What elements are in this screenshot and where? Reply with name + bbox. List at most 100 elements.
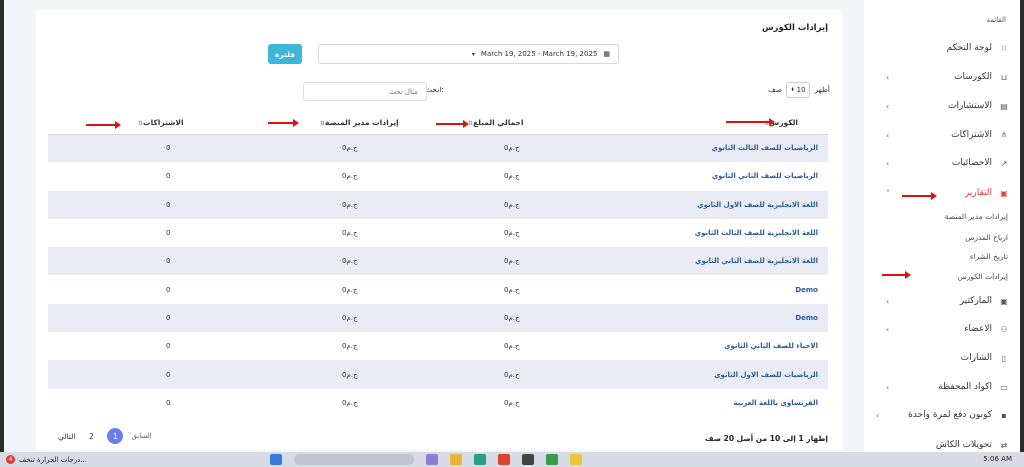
column-header-course[interactable]: ⇅الكورس [548,112,828,135]
cell-course[interactable]: Demo [548,303,828,333]
cell-platform-revenue: 0ج.م [342,285,358,294]
table-row: 0 0ج.م 0ج.م اللغة الانجليزية للصف الثاني ال… [48,247,828,276]
transfer-icon: ⇄ [1000,440,1008,450]
cell-course[interactable]: الرياضيات للصف الثالث الثانوي [548,134,828,163]
table-row: 0 0ج.م 0ج.م الفرنساوي باللغة العربية [48,389,828,417]
page-2-button[interactable]: 2 [83,428,99,444]
cell-course[interactable]: اللغة الانجليزية للصف الثالث الثانوي [548,219,828,247]
app-icon[interactable] [522,454,534,465]
app-icon[interactable] [426,454,438,465]
cell-course[interactable]: الاحياء للصف الثاني الثانوي [548,332,828,360]
sidebar-item-dashboard[interactable]: ⁝⁝ لوحة التحكم [864,34,1020,62]
sidebar-item-reports[interactable]: ▣ التقارير ˄ [864,179,1020,207]
sidebar-item-label: كوبون دفع لمرة واحدة [908,410,992,420]
sidebar-heading: القائمة [986,16,1007,24]
sidebar-item-subscriptions[interactable]: ⫛ الاشتراكات › [864,121,1020,149]
os-taskbar: 4 درجات الحرارة تنخف... 5:06 AM [0,452,1024,467]
sidebar-item-label: تحويلات الكاش [935,440,992,450]
cell-platform-revenue: 0ج.م [342,342,358,351]
cell-subscriptions: 0 [48,190,238,219]
cell-course[interactable]: اللغة الانجليزية للصف الاول الثانوي [548,190,828,219]
weather-widget[interactable]: 4 درجات الحرارة تنخف... [6,455,87,464]
cell-course[interactable]: Demo [548,275,828,303]
app-icon[interactable] [570,454,582,465]
app-window: القائمة ⁝⁝ لوحة التحكم ⊔ الكورسات › ▤ ال… [4,0,1020,452]
column-header-total-amount[interactable]: ⇅اجمالي المبلغ [408,112,548,135]
sidebar-item-one-time-coupon[interactable]: ▪ كوبون دفع لمرة واحدة › [864,401,1020,429]
column-header-subscriptions[interactable]: ⇅الاشتراكات [48,112,238,135]
hierarchy-icon: ⫛ [1001,130,1007,139]
chevron-icon: › [876,410,880,420]
submenu-platform-revenue[interactable]: إيرادات مدير المنصة [945,212,1008,221]
sidebar-item-statistics[interactable]: ↗ الاحصائيات › [864,149,1020,177]
cell-platform-revenue: 0ج.م [342,398,358,407]
search-input[interactable] [303,82,427,101]
basket-icon: ⊔ [1000,72,1008,82]
chevron-icon: › [886,158,890,168]
cell-total-amount: 0ج.م [504,285,520,294]
app-icon[interactable] [546,454,558,465]
sidebar: القائمة ⁝⁝ لوحة التحكم ⊔ الكورسات › ▤ ال… [864,0,1020,452]
cell-platform-revenue: 0ج.م [342,172,358,181]
app-icon[interactable] [474,454,486,465]
cell-course[interactable]: اللغة الانجليزية للصف الثاني الثانوي [548,247,828,276]
table-row: 0 0ج.م 0ج.م الرياضيات للصف الاول الثانوي [48,360,828,389]
sidebar-item-label: اكواد المحفظة [938,382,992,392]
submenu-teacher-earnings[interactable]: ارباح المدرس [965,233,1008,242]
cell-course[interactable]: الرياضيات للصف الاول الثانوي [548,360,828,389]
cell-platform-revenue: 0ج.م [238,303,408,333]
cell-total-amount: 0ج.م [504,342,520,351]
date-range-picker[interactable]: ▾ March 19, 2025 - March 19, 2025 ▦ [318,44,619,64]
start-icon[interactable] [270,454,282,465]
annotation-arrow [86,121,121,129]
filter-button[interactable]: فلترة [268,44,302,64]
cell-total-amount: 0ج.م [504,398,520,407]
cell-course[interactable]: الرياضيات للصف الثاني الثانوي [548,162,828,190]
folder-icon[interactable] [450,454,462,465]
sidebar-item-label: الكورسات [954,72,992,82]
table-row: 0 0ج.م 0ج.م اللغة الانجليزية للصف الاول الث… [48,190,828,219]
weather-text: درجات الحرارة تنخف... [19,455,87,464]
page-size-value: 10 [796,86,806,94]
table-row: 0 0ج.م 0ج.م الاحياء للصف الثاني الثانوي [48,332,828,360]
cell-course[interactable]: الفرنساوي باللغة العربية [548,389,828,417]
sidebar-item-badges[interactable]: ▯ الشارات [864,344,1020,372]
sidebar-item-cash-transfers[interactable]: ⇄ تحويلات الكاش [864,431,1020,452]
sidebar-item-wallet-codes[interactable]: ▭ اكواد المحفظة › [864,373,1020,401]
coupon-icon: ▪ [1001,410,1007,420]
app-icon[interactable] [498,454,510,465]
sidebar-item-courses[interactable]: ⊔ الكورسات › [864,63,1020,91]
sidebar-item-marketer[interactable]: ▣ الماركتير › [864,287,1020,315]
cell-subscriptions: 0 [166,229,171,238]
table-row: 0 0ج.م 0ج.م اللغة الانجليزية للصف الثالث ال… [48,219,828,247]
annotation-arrow [268,119,299,127]
date-range-value: March 19, 2025 - March 19, 2025 [480,50,598,58]
cell-platform-revenue: 0ج.م [238,134,408,163]
chevron-icon: › [886,101,890,111]
sidebar-item-label: الماركتير [959,296,992,306]
cell-subscriptions: 0 [48,303,238,333]
chevron-icon: › [886,130,890,140]
page-size-select[interactable]: ⬍ 10 [786,82,810,98]
cell-subscriptions: 0 [166,398,171,407]
table-row: 0 0ج.م 0ج.م الرياضيات للصف الثالث الثانوي [48,134,828,163]
annotation-arrow [882,271,911,279]
sidebar-item-members[interactable]: ⚇ الاعضاء › [864,315,1020,343]
trend-icon: ↗ [1000,158,1008,168]
cell-subscriptions: 0 [48,360,238,389]
archive-icon: ▣ [1000,296,1008,306]
page-1-button[interactable]: 1 [107,428,124,444]
next-page-link[interactable]: التالي [58,432,75,441]
revenue-table: ⇅الاشتراكات ⇅إيرادات مدير المنصة ⇅اجمالي… [48,112,828,417]
taskbar-apps [270,454,582,465]
previous-page-link[interactable]: السابق [131,432,151,440]
submenu-purchase-history[interactable]: تاريخ الشراء [970,252,1008,261]
cell-platform-revenue: 0ج.م [238,360,408,389]
cell-platform-revenue: 0ج.م [238,247,408,276]
submenu-course-revenue[interactable]: إيرادات الكورس [958,272,1008,281]
taskbar-search[interactable] [294,454,414,465]
column-header-platform-revenue[interactable]: ⇅إيرادات مدير المنصة [238,112,408,135]
grid-icon: ⁝⁝ [1001,43,1007,53]
cell-total-amount: 0ج.م [504,172,520,181]
sidebar-item-consultations[interactable]: ▤ الاستشارات › [864,92,1020,120]
